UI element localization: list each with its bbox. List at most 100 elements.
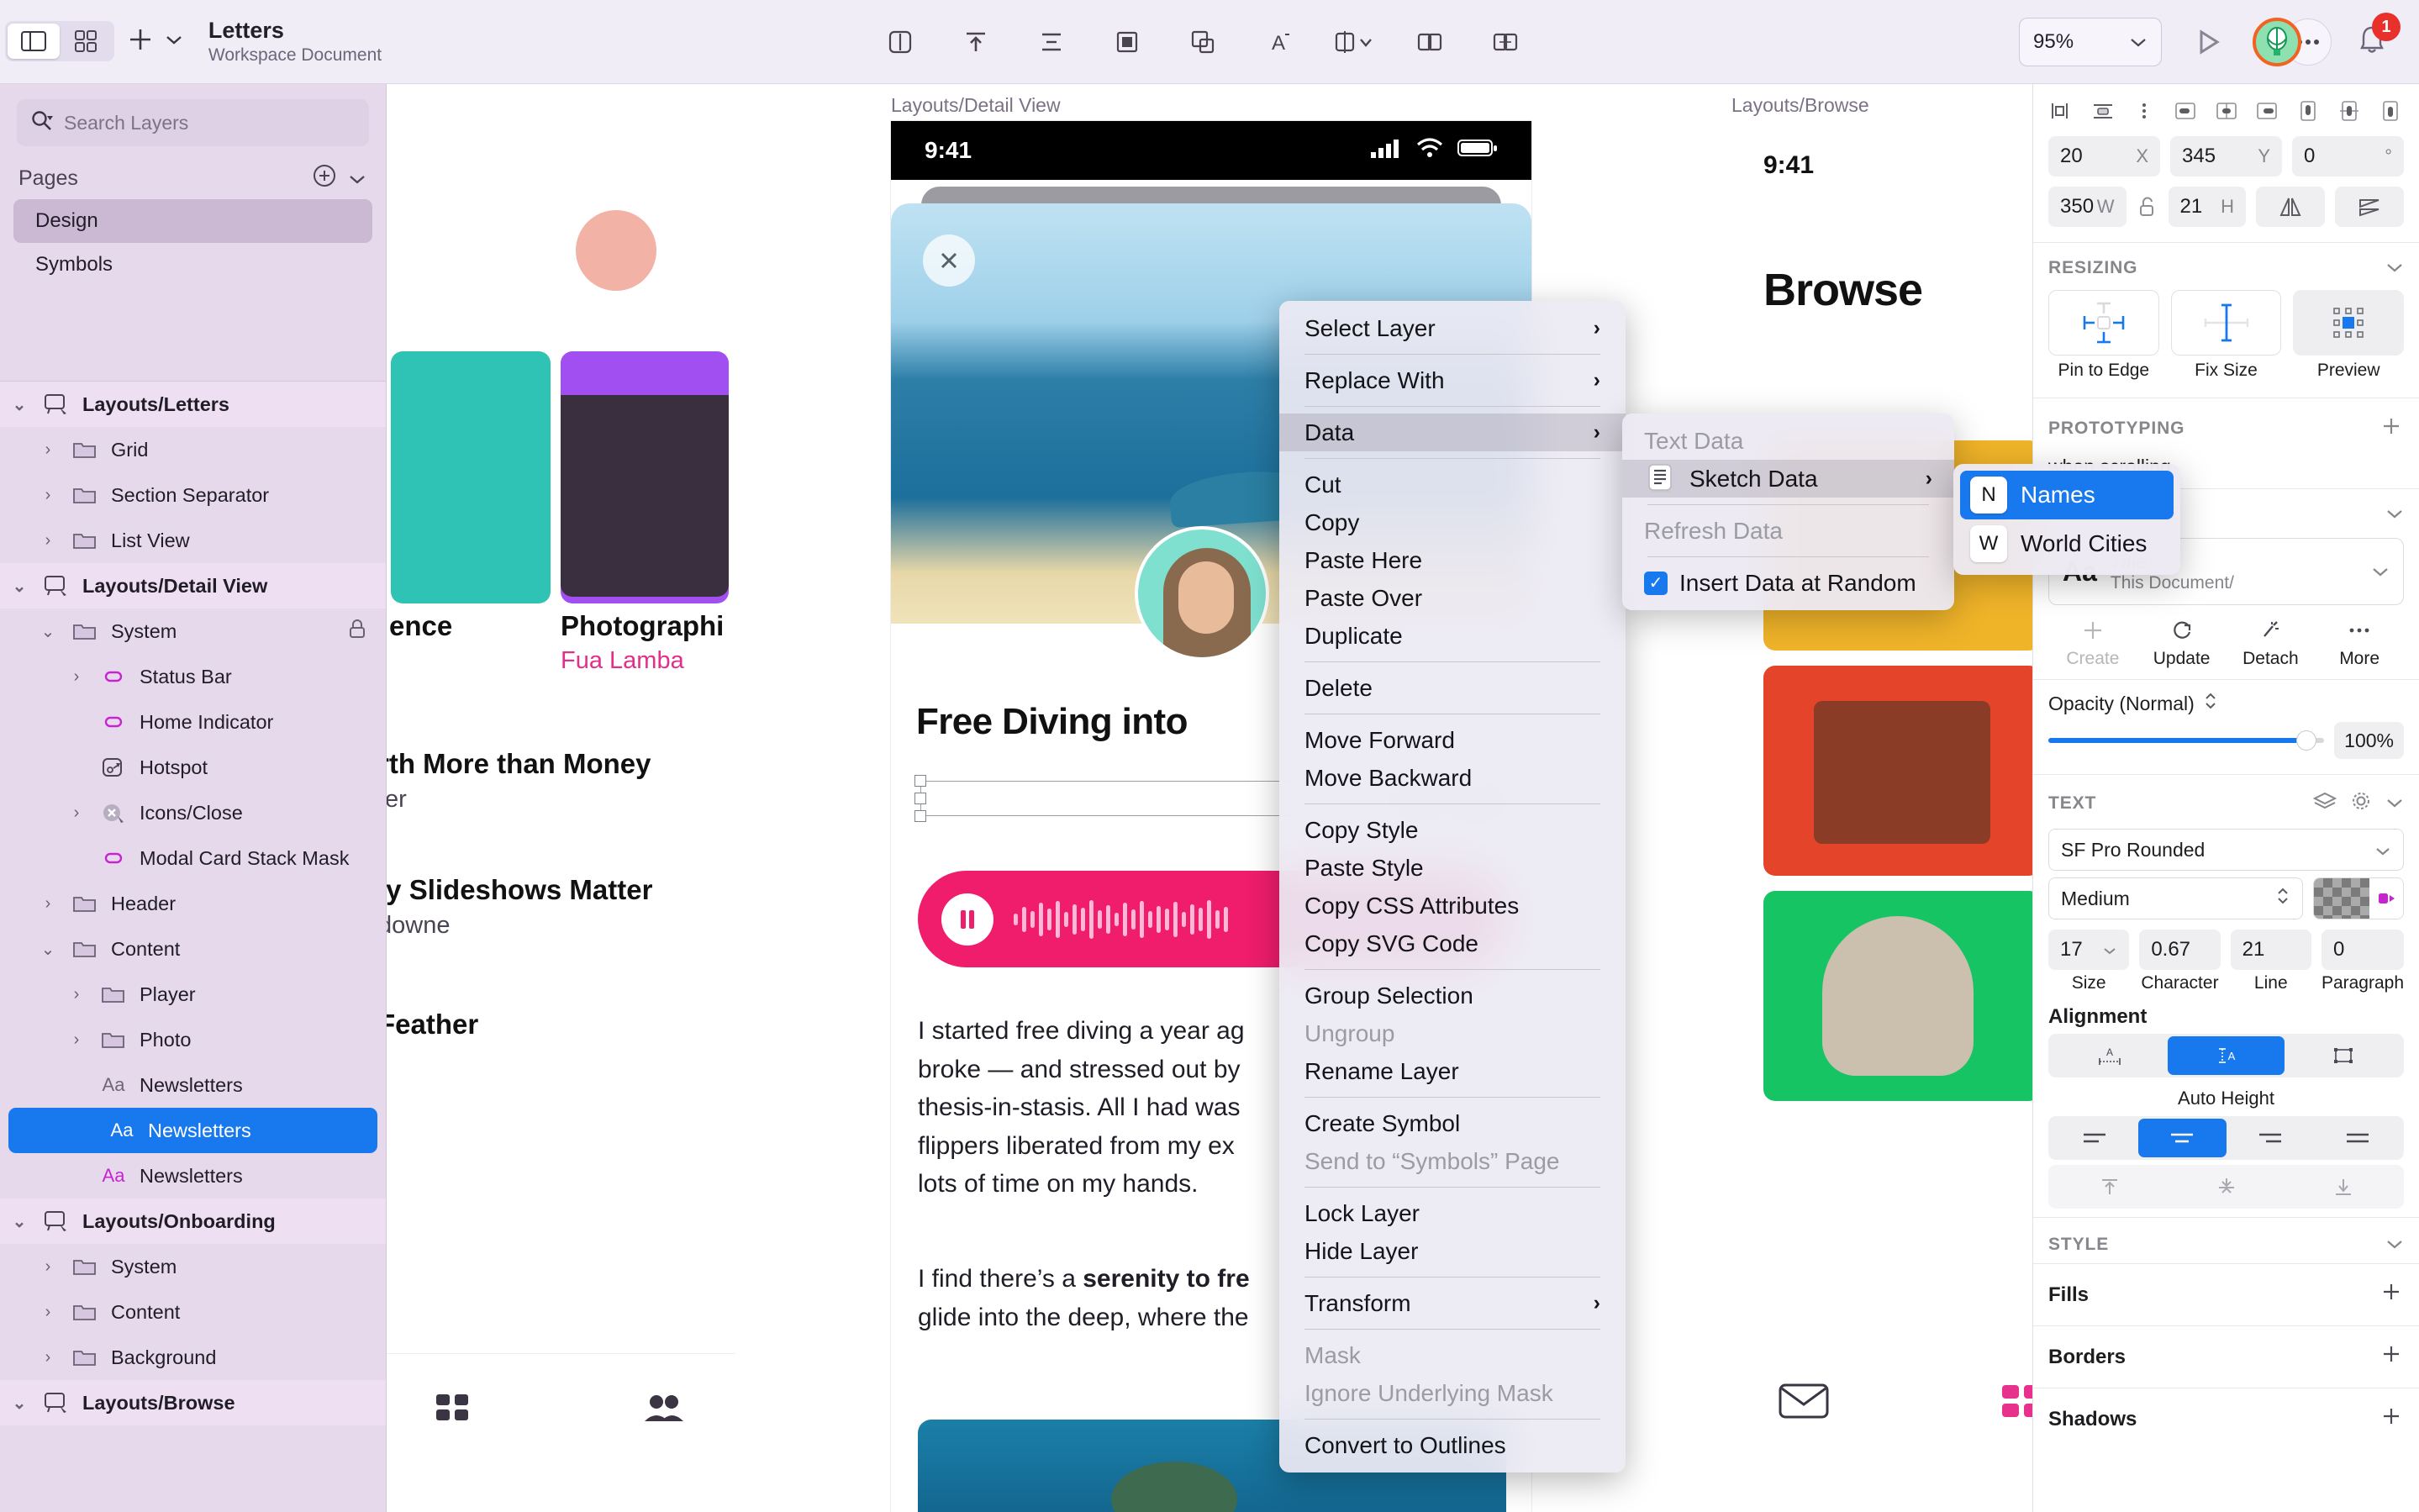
borders-row[interactable]: Borders xyxy=(2033,1325,2419,1388)
valign-top-button[interactable] xyxy=(2051,1167,2168,1206)
page-item-design[interactable]: Design xyxy=(13,199,372,243)
chevron-right-icon[interactable]: › xyxy=(37,486,59,505)
resize-handle[interactable] xyxy=(914,810,926,822)
context-menu-item[interactable]: Delete xyxy=(1279,669,1626,707)
context-menu-item[interactable]: Move Forward xyxy=(1279,721,1626,759)
boolean-union-button[interactable] xyxy=(1179,18,1226,66)
chevron-right-icon[interactable]: › xyxy=(66,1030,87,1050)
layer-row[interactable]: Home Indicator xyxy=(0,699,386,745)
context-menu-item[interactable]: Create Symbol xyxy=(1279,1104,1626,1142)
layer-row[interactable]: ⌄Layouts/Onboarding xyxy=(0,1199,386,1244)
chevron-right-icon[interactable]: › xyxy=(37,1257,59,1277)
layer-row[interactable]: ›Status Bar xyxy=(0,654,386,699)
layer-row[interactable]: ›Grid xyxy=(0,427,386,472)
chevron-down-icon[interactable]: ⌄ xyxy=(8,1393,30,1414)
resize-handle[interactable] xyxy=(914,775,926,787)
chevron-down-icon[interactable] xyxy=(2385,793,2404,814)
flip-vertical-button[interactable] xyxy=(2335,187,2404,227)
valign-bottom-button[interactable] xyxy=(2285,1167,2401,1206)
sketch-data-item[interactable]: Sketch Data › xyxy=(1622,460,1954,498)
font-size-field[interactable]: 17 xyxy=(2048,930,2129,970)
search-layers-field[interactable]: Search Layers xyxy=(17,99,369,146)
chevron-right-icon[interactable]: › xyxy=(66,667,87,687)
chevron-right-icon[interactable]: › xyxy=(66,803,87,823)
context-menu-item[interactable]: Copy Style xyxy=(1279,811,1626,849)
resize-pin-to-edge[interactable]: Pin to Edge xyxy=(2048,290,2159,381)
auto-height-option[interactable]: A xyxy=(2168,1036,2285,1075)
detach-style-button[interactable]: Detach xyxy=(2227,614,2316,669)
artboard-letters[interactable]: ence Photographi Fua Lamba rth More than… xyxy=(387,118,735,1479)
new-document-group[interactable] xyxy=(126,25,183,58)
add-border-icon[interactable] xyxy=(2379,1341,2404,1372)
insert-shape-button[interactable] xyxy=(877,18,924,66)
context-menu-item[interactable]: Paste Style xyxy=(1279,849,1626,887)
chevron-right-icon[interactable]: › xyxy=(37,531,59,551)
context-menu-item[interactable]: Paste Over xyxy=(1279,579,1626,617)
vertical-alignment-segmented[interactable] xyxy=(2048,1165,2404,1209)
align-h-right-icon[interactable] xyxy=(2252,96,2282,126)
duplicate-component-button[interactable] xyxy=(1482,18,1529,66)
context-menu-item[interactable]: Data› xyxy=(1279,414,1626,451)
resizing-section-header[interactable]: RESIZING xyxy=(2033,243,2419,287)
align-text-left-button[interactable] xyxy=(2051,1119,2138,1157)
prototyping-section-header[interactable]: PROTOTYPING xyxy=(2033,398,2419,452)
data-option-names[interactable]: N Names xyxy=(1960,471,2174,519)
avatar[interactable] xyxy=(2253,18,2301,66)
fills-row[interactable]: Fills xyxy=(2033,1263,2419,1325)
add-fill-icon[interactable] xyxy=(2379,1279,2404,1310)
rotation-field[interactable]: 0 ° xyxy=(2292,136,2404,176)
update-style-button[interactable]: Update xyxy=(2137,614,2227,669)
resize-preview[interactable]: Preview xyxy=(2293,290,2404,381)
add-shadow-icon[interactable] xyxy=(2379,1404,2404,1435)
chevron-down-icon[interactable]: ⌄ xyxy=(8,1211,30,1232)
font-weight-select[interactable]: Medium xyxy=(2048,877,2303,919)
align-text-justify-button[interactable] xyxy=(2314,1119,2401,1157)
lock-proportions-icon[interactable] xyxy=(2137,196,2158,218)
chevron-down-icon[interactable]: ⌄ xyxy=(8,394,30,415)
layer-row[interactable]: AaNewsletters xyxy=(8,1108,377,1153)
x-position-field[interactable]: 20 X xyxy=(2048,136,2160,176)
layer-row[interactable]: AaNewsletters xyxy=(0,1153,386,1199)
gear-icon[interactable] xyxy=(2350,790,2372,817)
chevron-down-icon[interactable] xyxy=(2385,504,2404,524)
text-section-header[interactable]: TEXT xyxy=(2033,775,2419,825)
context-menu-item[interactable]: Copy xyxy=(1279,503,1626,541)
artboard-browse[interactable]: 9:41 Browse xyxy=(1731,121,2032,1512)
context-menu-item[interactable]: Select Layer› xyxy=(1279,309,1626,347)
layer-row[interactable]: ⌄Layouts/Letters xyxy=(0,382,386,427)
layer-row[interactable]: ›Section Separator xyxy=(0,472,386,518)
align-left-icon[interactable] xyxy=(2047,96,2077,126)
shadows-row[interactable]: Shadows xyxy=(2033,1388,2419,1450)
chevron-right-icon[interactable]: › xyxy=(37,894,59,914)
toggle-layers-panel-button[interactable] xyxy=(8,24,60,59)
context-menu-item[interactable]: Group Selection xyxy=(1279,977,1626,1014)
chevron-down-icon[interactable] xyxy=(2371,561,2390,582)
line-height-field[interactable]: 21 xyxy=(2231,930,2311,970)
layer-row[interactable]: Hotspot xyxy=(0,745,386,790)
chevron-right-icon[interactable]: › xyxy=(37,440,59,460)
add-page-icon[interactable] xyxy=(312,163,337,194)
layer-row[interactable]: ›Background xyxy=(0,1335,386,1380)
align-v-top-icon[interactable] xyxy=(2293,96,2323,126)
text-alignment-segmented[interactable] xyxy=(2048,1116,2404,1160)
pause-button[interactable] xyxy=(941,893,993,946)
context-menu-item[interactable]: Convert to Outlines xyxy=(1279,1426,1626,1464)
align-top-button[interactable] xyxy=(952,18,999,66)
layer-row[interactable]: ⌄Layouts/Browse xyxy=(0,1380,386,1425)
toggle-grid-view-button[interactable] xyxy=(60,24,112,59)
chevron-down-icon[interactable]: ⌄ xyxy=(37,621,59,642)
width-field[interactable]: 350 W xyxy=(2048,187,2127,227)
create-style-button[interactable]: Create xyxy=(2048,614,2137,669)
artboard-label-detail-view[interactable]: Layouts/Detail View xyxy=(891,94,1061,117)
layer-row[interactable]: ›Icons/Close xyxy=(0,790,386,835)
chevron-down-icon[interactable] xyxy=(2385,1235,2404,1255)
resize-fix-size[interactable]: Fix Size xyxy=(2171,290,2282,381)
context-menu-item[interactable]: Rename Layer xyxy=(1279,1052,1626,1090)
layer-row[interactable]: ›System xyxy=(0,1244,386,1289)
opacity-slider-knob[interactable] xyxy=(2296,730,2316,751)
layer-row[interactable]: ⌄Layouts/Detail View xyxy=(0,563,386,608)
align-v-bottom-icon[interactable] xyxy=(2375,96,2406,126)
more-options-icon[interactable] xyxy=(2129,96,2159,126)
auto-width-option[interactable] xyxy=(2285,1036,2401,1075)
fixed-size-option[interactable]: A xyxy=(2051,1036,2168,1075)
